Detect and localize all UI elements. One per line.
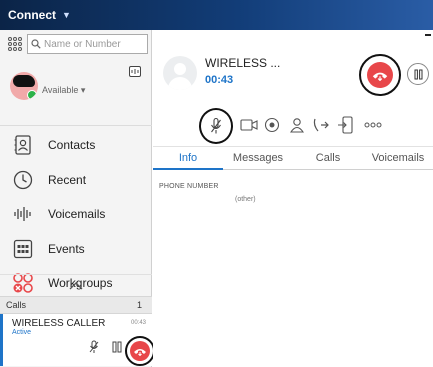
calls-header: Calls 1 [0,296,152,314]
presence-dot [27,90,37,100]
sidebar-item-contacts[interactable]: Contacts [0,128,152,162]
redaction-mark [13,75,35,87]
more-button[interactable] [361,113,385,137]
contacts-icon [12,134,34,156]
video-button[interactable] [237,113,261,137]
record-icon [264,117,280,133]
chevron-down-icon[interactable]: ▼ [62,10,71,20]
presence-selector[interactable]: Available ▾ [42,85,85,96]
call-card-name: WIRELESS CALLER [12,318,106,329]
tab-info[interactable]: Info [153,147,223,170]
app-title-menu[interactable]: Connect [8,8,56,22]
sidebar-item-label: Recent [48,172,87,187]
tab-voicemails[interactable]: Voicemails [363,147,433,169]
call-card-status: Active [12,329,32,336]
detail-tabs: Info Messages Calls Voicemails [153,146,433,170]
hangup-phone-icon [372,72,388,81]
main-panel: WIRELESS ... 00:43 Info Messages Calls V… [153,30,433,367]
call-card-time: 00:43 [130,320,146,326]
sidebar-item-voicemails[interactable]: Voicemails [0,197,152,231]
mute-button[interactable] [199,108,233,144]
dialpad-icon[interactable] [8,37,22,51]
search-icon [31,39,41,49]
add-participant-button[interactable] [285,113,309,137]
message-icon[interactable] [129,66,141,77]
call-timer: 00:43 [205,74,234,86]
transfer-icon [313,118,329,132]
sidebar-item-label: Contacts [48,138,96,152]
video-camera-icon [240,119,258,131]
mute-microphone-icon[interactable] [89,340,99,354]
search-input[interactable] [41,38,147,50]
call-header: WIRELESS ... 00:43 [153,42,433,108]
hangup-button[interactable] [359,54,401,96]
sidebar-item-events[interactable]: Events [0,232,152,266]
record-button[interactable] [260,113,284,137]
person-icon [289,118,305,133]
pause-icon [414,69,422,79]
card-hangup-button[interactable] [125,336,155,366]
calls-header-label: Calls [6,300,27,310]
calls-count: 1 [136,300,142,310]
call-toolbar [153,108,433,144]
mobile-transfer-icon [338,116,353,134]
events-grid-icon [12,238,34,260]
caller-avatar [163,56,197,90]
sidebar: Available ▾ Contacts [0,30,155,367]
hangup-phone-icon [134,349,146,356]
phone-number-label: PHONE NUMBER [159,183,219,190]
voicemail-wave-icon [12,203,34,225]
hold-button[interactable] [407,63,429,85]
phone-number-type: (other) [235,196,256,203]
collapse-button[interactable] [0,274,152,296]
call-card[interactable]: WIRELESS CALLER 00:43 Active [0,314,155,366]
hold-icon[interactable] [112,341,122,353]
clock-icon [12,169,34,191]
chevron-up-icon [69,281,83,289]
title-bar: Connect ▼ [0,0,433,30]
park-button[interactable] [334,113,358,137]
sidebar-item-label: Voicemails [48,207,106,221]
minimize-icon[interactable] [425,34,431,36]
search-box[interactable] [27,34,148,54]
avatar[interactable] [10,72,38,100]
mute-microphone-icon [211,117,221,134]
transfer-button[interactable] [309,113,333,137]
caller-name: WIRELESS ... [205,56,281,70]
search-row [8,33,148,55]
user-status-row: Available ▾ [0,60,152,126]
more-options-icon [364,122,382,128]
tab-calls[interactable]: Calls [293,147,363,169]
tab-messages[interactable]: Messages [223,147,293,169]
sidebar-item-recent[interactable]: Recent [0,163,152,197]
sidebar-item-label: Events [48,241,85,256]
